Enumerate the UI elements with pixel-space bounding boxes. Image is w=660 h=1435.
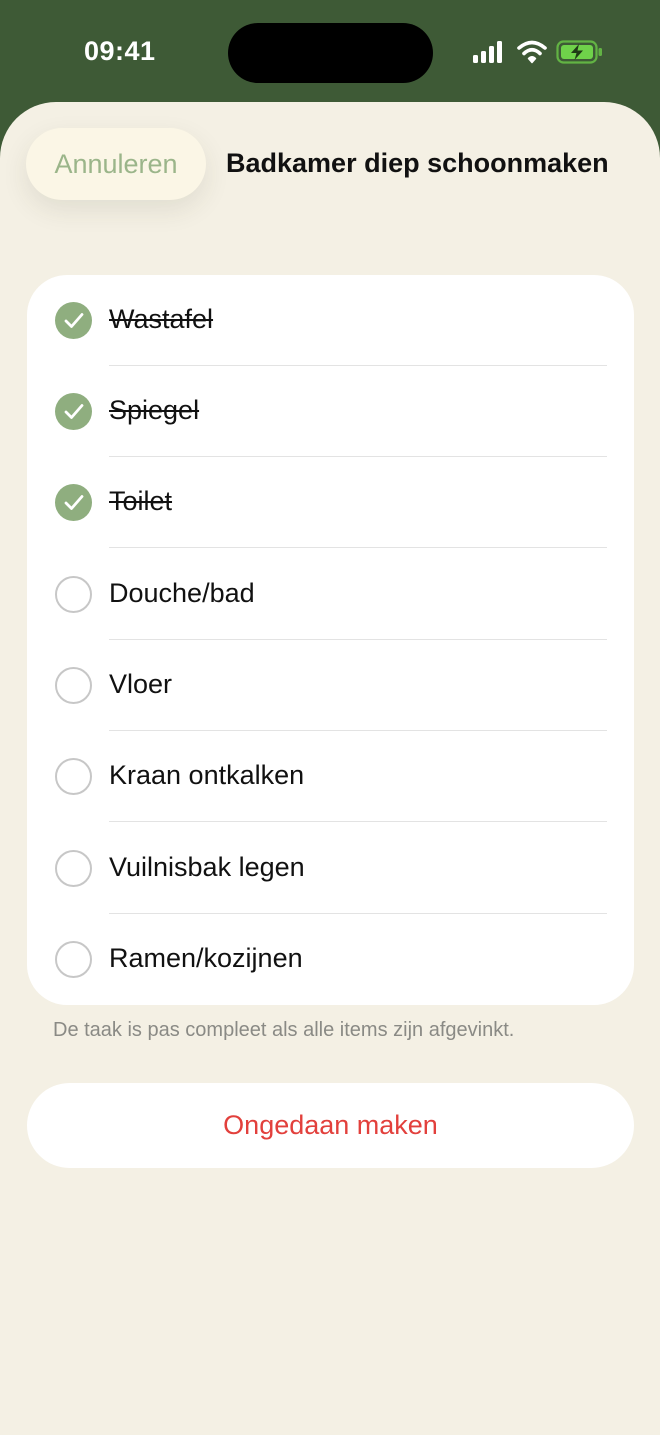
checklist-item-label: Vloer: [109, 669, 173, 699]
cancel-button[interactable]: Annuleren: [26, 128, 206, 200]
empty-circle-icon: [55, 941, 92, 978]
checklist-item-label: Kraan ontkalken: [109, 760, 305, 790]
checklist-item-vuilnisbak-legen[interactable]: Vuilnisbak legen: [27, 823, 634, 914]
empty-circle-icon: [55, 758, 92, 795]
checkmark-icon: [55, 393, 92, 430]
battery-charging-icon: [556, 40, 602, 64]
checklist-item-spiegel[interactable]: Spiegel: [27, 366, 634, 457]
divider: [109, 820, 607, 822]
checklist-item-wastafel[interactable]: Wastafel: [27, 275, 634, 366]
checklist-item-label: Wastafel: [109, 304, 214, 334]
wifi-icon: [517, 40, 547, 64]
checklist-item-label: Spiegel: [109, 395, 200, 425]
checklist-item-vloer[interactable]: Vloer: [27, 640, 634, 731]
checkmark-icon: [55, 484, 92, 521]
dynamic-island: [228, 23, 433, 83]
checklist: Wastafel Spiegel Toilet Douche/bad Vloer: [27, 275, 634, 1005]
empty-circle-icon: [55, 576, 92, 613]
checklist-item-toilet[interactable]: Toilet: [27, 457, 634, 548]
checklist-item-ramen-kozijnen[interactable]: Ramen/kozijnen: [27, 914, 634, 1005]
status-bar: 09:41: [0, 0, 660, 104]
completion-hint: De taak is pas compleet als alle items z…: [53, 1019, 515, 1041]
checklist-item-kraan-ontkalken[interactable]: Kraan ontkalken: [27, 731, 634, 822]
checklist-item-douche-bad[interactable]: Douche/bad: [27, 549, 634, 640]
checkmark-icon: [55, 302, 92, 339]
checklist-item-label: Toilet: [109, 486, 173, 516]
checklist-item-label: Ramen/kozijnen: [109, 943, 303, 973]
divider: [109, 546, 607, 548]
sheet: Annuleren Badkamer diep schoonmaken Wast…: [0, 102, 660, 1435]
checklist-item-label: Vuilnisbak legen: [109, 852, 305, 882]
cellular-signal-icon: [473, 41, 502, 63]
sheet-title: Badkamer diep schoonmaken: [226, 148, 609, 178]
empty-circle-icon: [55, 667, 92, 704]
status-time: 09:41: [84, 36, 156, 66]
empty-circle-icon: [55, 850, 92, 887]
undo-button[interactable]: Ongedaan maken: [27, 1083, 634, 1168]
checklist-item-label: Douche/bad: [109, 578, 255, 608]
